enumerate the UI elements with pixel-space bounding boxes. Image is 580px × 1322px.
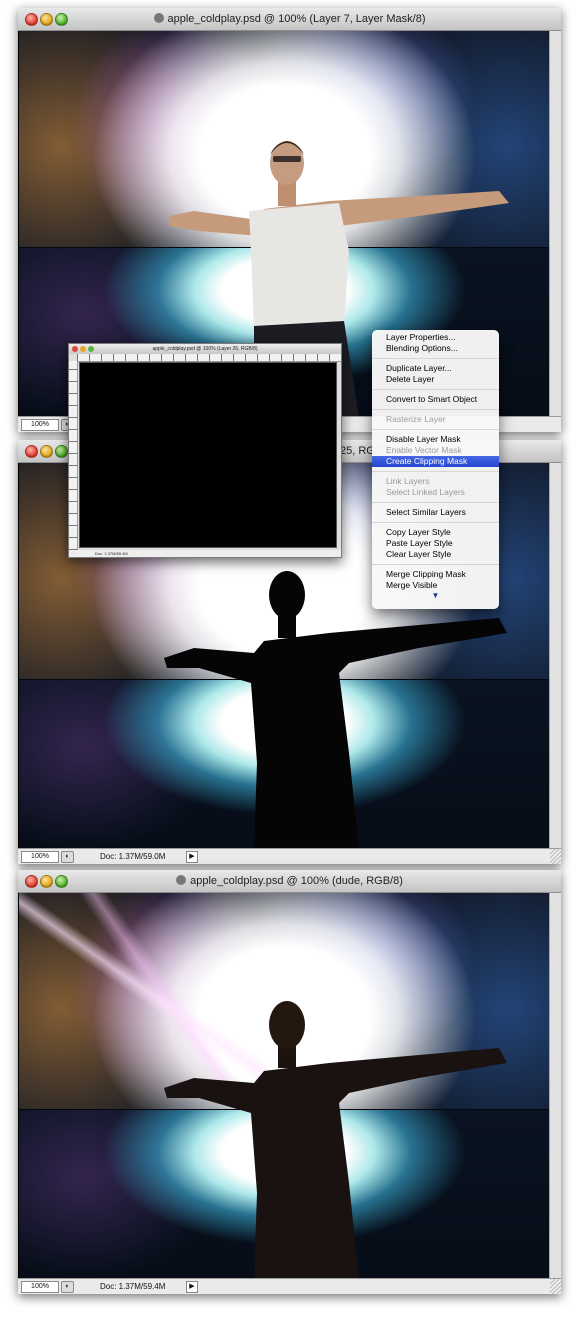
menu-item-select-similar-layers[interactable]: Select Similar Layers [372, 507, 499, 518]
menu-item-paste-layer-style[interactable]: Paste Layer Style [372, 538, 499, 549]
minimize-button[interactable] [40, 875, 53, 888]
menu-separator [372, 429, 499, 430]
window-title: apple_coldplay.psd @ 100% (Layer 7, Laye… [167, 13, 426, 25]
minimize-button[interactable] [80, 346, 86, 352]
window-titlebar[interactable]: apple_coldplay.psd @ 100% (dude, RGB/8) [18, 870, 561, 893]
zoom-field[interactable]: 100% [21, 419, 59, 431]
status-bar: 100% ◐ Doc: 1.37M/59.4M ▶ [18, 1278, 561, 1294]
document-info: Doc: 1.37M/59.0M [100, 852, 166, 861]
menu-item-create-clipping-mask[interactable]: Create Clipping Mask [372, 456, 499, 467]
menu-item-merge-visible[interactable]: Merge Visible [372, 580, 499, 591]
status-bar: 100% ◐ Doc: 1.37M/59.0M ▶ [18, 848, 561, 864]
shadowed-figure [164, 1001, 507, 1279]
menu-item-rasterize-layer: Rasterize Layer [386, 414, 446, 424]
menu-item-copy-layer-style[interactable]: Copy Layer Style [372, 527, 499, 538]
menu-separator [372, 471, 499, 472]
menu-separator [372, 502, 499, 503]
vertical-scrollbar[interactable] [549, 463, 561, 849]
menu-separator [372, 358, 499, 359]
window-titlebar[interactable]: apple_coldplay.psd @ 100% (Layer 7, Laye… [18, 8, 561, 31]
menu-item-convert-to-smart-object[interactable]: Convert to Smart Object [372, 394, 499, 405]
menu-item-link-layers: Link Layers [386, 476, 430, 486]
menu-separator [372, 564, 499, 565]
document-info: Doc: 1.37M/59.4M [100, 1282, 166, 1291]
floating-canvas[interactable] [79, 362, 337, 548]
menu-separator [372, 409, 499, 410]
close-button[interactable] [25, 445, 38, 458]
close-button[interactable] [25, 13, 38, 26]
zoom-button[interactable] [55, 445, 68, 458]
menu-item-select-linked-layers: Select Linked Layers [386, 487, 465, 497]
image-canvas[interactable] [19, 893, 550, 1279]
menu-item-duplicate-layer[interactable]: Duplicate Layer... [372, 363, 499, 374]
menu-separator [372, 389, 499, 390]
status-arrow-button[interactable]: ▶ [186, 1281, 198, 1293]
layer-context-menu: Layer Properties... Blending Options... Du… [372, 330, 499, 609]
floating-window-title: apple_coldplay.psd @ 100% (Layer 26, RGB… [152, 346, 258, 352]
minimize-button[interactable] [40, 445, 53, 458]
status-menu-icon[interactable]: ◐ [61, 1281, 74, 1293]
resize-handle[interactable] [550, 1279, 561, 1294]
close-button[interactable] [72, 346, 78, 352]
menu-item-merge-clipping-mask[interactable]: Merge Clipping Mask [372, 569, 499, 580]
vertical-scrollbar[interactable] [549, 31, 561, 417]
status-menu-icon[interactable]: ◐ [61, 851, 74, 863]
floating-status-bar: Doc: 1.37M/59.4M [69, 550, 341, 557]
menu-separator [372, 522, 499, 523]
zoom-button[interactable] [55, 13, 68, 26]
menu-scroll-down-icon[interactable]: ▼ [372, 591, 499, 601]
close-button[interactable] [25, 875, 38, 888]
menu-item-enable-vector-mask: Enable Vector Mask [386, 445, 462, 455]
zoom-button[interactable] [88, 346, 94, 352]
floating-document-window[interactable]: apple_coldplay.psd @ 100% (Layer 26, RGB… [68, 343, 342, 558]
window-title: apple_coldplay.psd @ 100% (dude, RGB/8) [190, 875, 403, 887]
zoom-field[interactable]: 100% [21, 1281, 59, 1293]
document-window-3: apple_coldplay.psd @ 100% (dude, RGB/8) … [18, 870, 561, 1294]
floating-window-titlebar[interactable]: apple_coldplay.psd @ 100% (Layer 26, RGB… [69, 344, 341, 354]
document-icon [176, 875, 187, 885]
vertical-ruler[interactable] [69, 361, 78, 550]
status-arrow-button[interactable]: ▶ [186, 851, 198, 863]
horizontal-ruler[interactable] [77, 354, 341, 362]
menu-item-clear-layer-style[interactable]: Clear Layer Style [372, 549, 499, 560]
menu-item-delete-layer[interactable]: Delete Layer [372, 374, 499, 385]
minimize-button[interactable] [40, 13, 53, 26]
zoom-button[interactable] [55, 875, 68, 888]
vertical-scrollbar[interactable] [549, 893, 561, 1279]
floating-document-info: Doc: 1.37M/59.4M [95, 551, 128, 556]
menu-item-layer-properties[interactable]: Layer Properties... [372, 332, 499, 343]
zoom-field[interactable]: 100% [21, 851, 59, 863]
document-icon [153, 13, 164, 23]
resize-handle[interactable] [550, 849, 561, 864]
menu-item-disable-layer-mask[interactable]: Disable Layer Mask [372, 434, 499, 445]
menu-item-blending-options[interactable]: Blending Options... [372, 343, 499, 354]
